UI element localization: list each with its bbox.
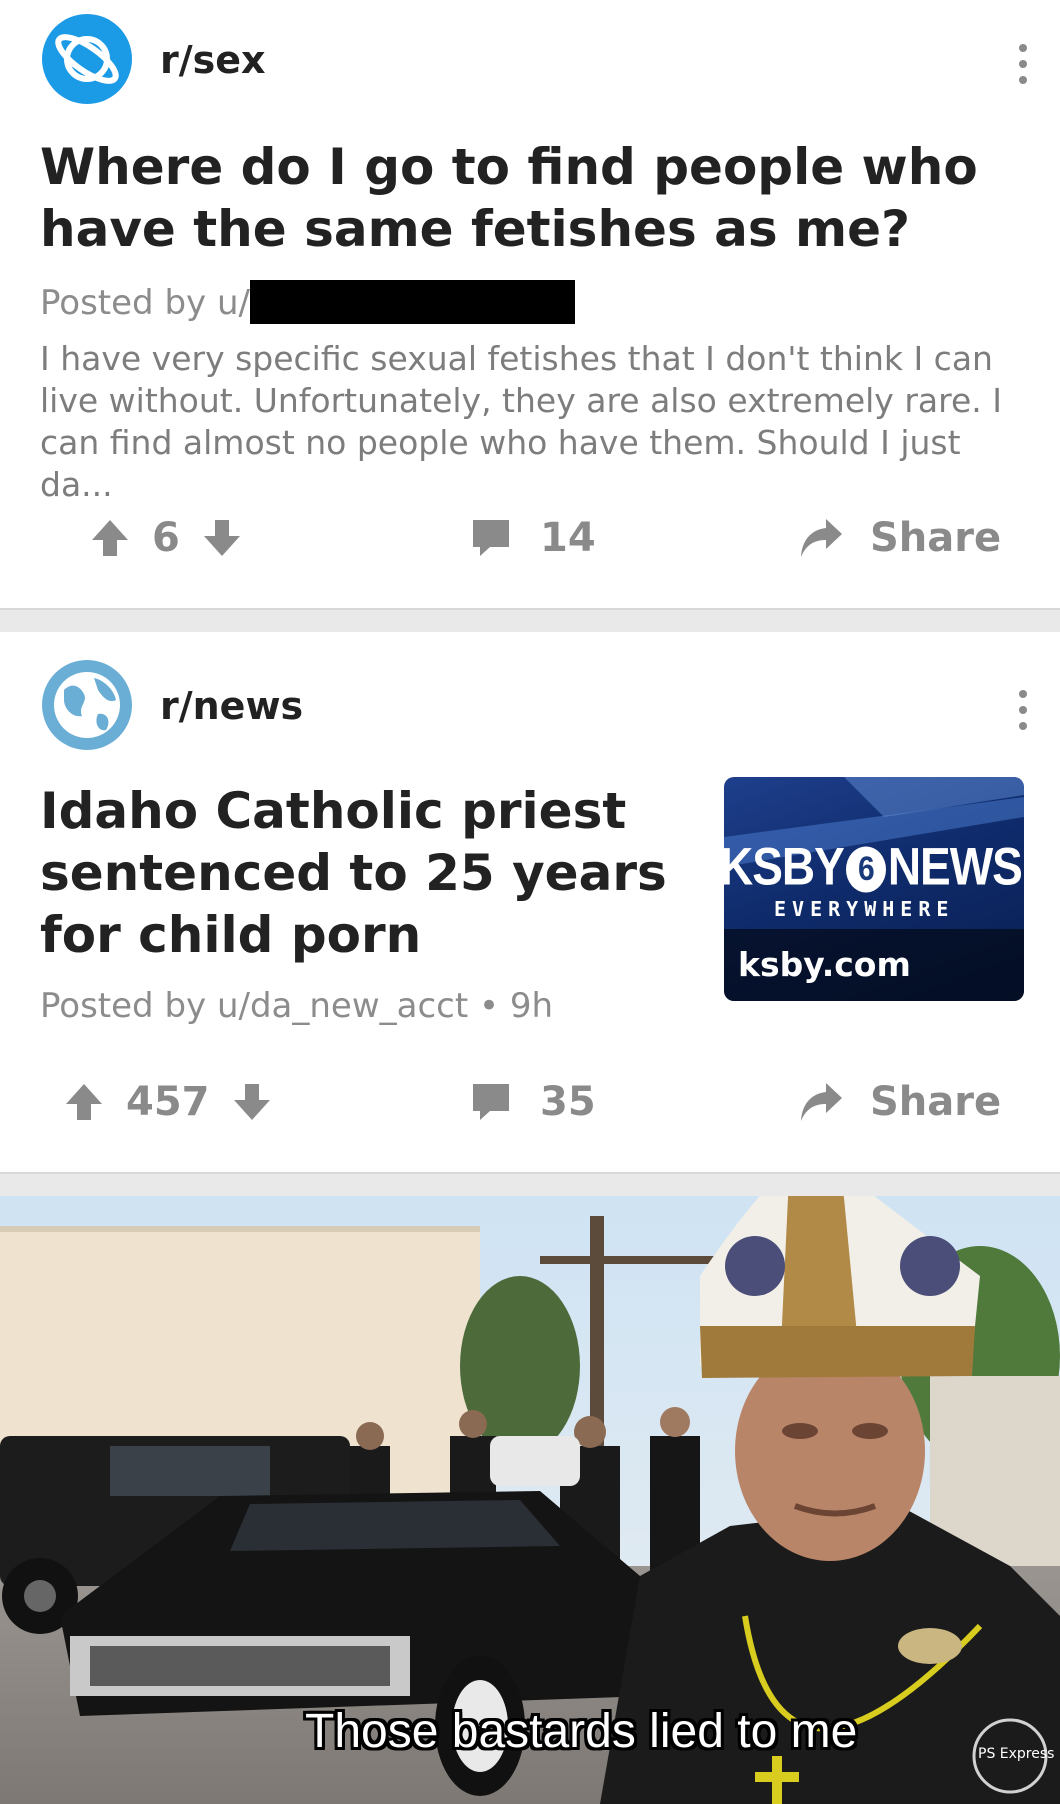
comment-count: 14 <box>540 515 596 561</box>
thumbnail-tagline: EVERYWHERE <box>774 897 955 921</box>
vote-count: 6 <box>152 515 180 561</box>
share-icon <box>801 519 842 557</box>
comment-count: 35 <box>540 1079 596 1125</box>
thumbnail-logo: KSBY 6 NEWS <box>724 835 1024 897</box>
subreddit-name[interactable]: r/news <box>160 684 303 728</box>
post-actions: 457 35 Share <box>0 1072 1060 1132</box>
logo-channel: 6 <box>845 846 886 893</box>
more-options-icon[interactable] <box>1019 44 1027 92</box>
subreddit-name[interactable]: r/sex <box>160 38 266 82</box>
post-meta[interactable]: Posted by u/da_new_acct • 9h <box>40 986 553 1026</box>
post-card[interactable]: r/sex Where do I go to find people who h… <box>0 0 1060 608</box>
post-excerpt[interactable]: I have very specific sexual fetishes tha… <box>40 338 1020 506</box>
vote-group: 6 <box>90 508 242 568</box>
post-separator <box>0 608 1060 632</box>
share-label: Share <box>870 515 1002 561</box>
comment-icon <box>473 520 509 556</box>
upvote-icon[interactable] <box>64 1082 104 1122</box>
watermark-text: PS Express <box>978 1746 1055 1762</box>
thumbnail-domain: ksby.com <box>738 945 911 984</box>
logo-callsign: KSBY <box>724 836 845 896</box>
vote-count: 457 <box>126 1079 210 1125</box>
post-title[interactable]: Where do I go to find people who have th… <box>40 136 1020 260</box>
post-actions: 6 14 Share <box>0 508 1060 568</box>
more-options-icon[interactable] <box>1019 690 1027 738</box>
planet-icon <box>55 34 119 84</box>
share-button[interactable]: Share <box>798 1072 1001 1132</box>
comments-button[interactable]: 14 <box>470 508 596 568</box>
logo-news: NEWS <box>887 836 1023 896</box>
share-icon <box>801 1083 842 1121</box>
redacted-username <box>249 280 575 324</box>
share-label: Share <box>870 1079 1002 1125</box>
post-card[interactable]: r/news Idaho Catholic priest sentenced t… <box>0 632 1060 1172</box>
vote-group: 457 <box>64 1072 272 1132</box>
meme-caption: Those bastards lied to me <box>305 1705 858 1758</box>
globe-icon <box>54 672 120 738</box>
post-separator <box>0 1172 1060 1198</box>
meme-image: Those bastards lied to me PS Express <box>0 1196 1060 1804</box>
subreddit-avatar[interactable] <box>42 660 132 750</box>
subreddit-avatar[interactable] <box>42 14 132 104</box>
post-title[interactable]: Idaho Catholic priest sentenced to 25 ye… <box>40 780 700 966</box>
share-button[interactable]: Share <box>798 508 1001 568</box>
posted-by-text[interactable]: Posted by u/ <box>40 283 250 323</box>
link-thumbnail[interactable]: KSBY 6 NEWS EVERYWHERE ksby.com <box>724 777 1024 1001</box>
post-meta: Posted by u/ <box>40 280 575 324</box>
downvote-icon[interactable] <box>232 1082 272 1122</box>
comments-button[interactable]: 35 <box>470 1072 596 1132</box>
upvote-icon[interactable] <box>90 518 130 558</box>
comment-icon <box>473 1084 509 1120</box>
downvote-icon[interactable] <box>202 518 242 558</box>
